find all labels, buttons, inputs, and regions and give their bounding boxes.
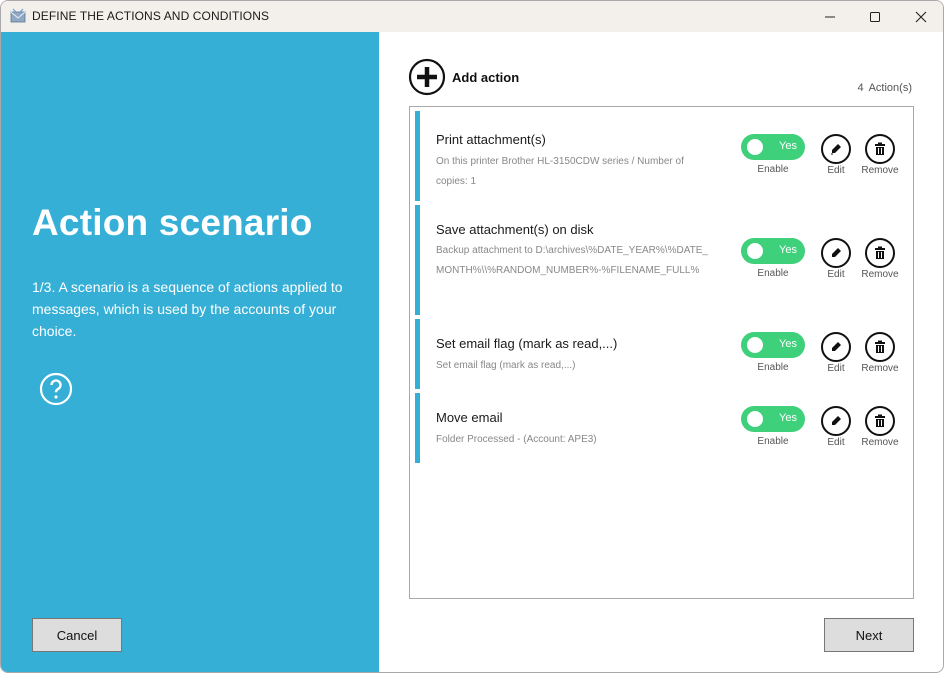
app-envelope-icon [10,8,26,23]
enable-toggle[interactable]: Yes [741,238,805,264]
pencil-icon [832,342,841,351]
pencil-icon [831,144,841,155]
action-count-label: Action(s) [868,82,912,94]
maximize-icon [870,11,880,22]
enable-label: Enable [757,164,789,175]
window-title: DEFINE THE ACTIONS AND CONDITIONS [32,9,270,23]
plus-circle-icon [408,58,446,96]
action-name: Save attachment(s) on disk [436,222,594,237]
edit-button[interactable] [821,238,851,268]
next-button[interactable]: Next [824,618,914,652]
trash-icon [875,142,885,155]
cancel-button[interactable]: Cancel [32,618,122,652]
remove-button[interactable] [865,406,895,436]
dialog-window: DEFINE THE ACTIONS AND CONDITIONS Action… [0,0,944,673]
remove-label: Remove [861,269,899,280]
add-action-button[interactable]: Add action [408,58,519,96]
action-detail: Set email flag (mark as read,...) [436,360,576,371]
list-item[interactable]: Move email Folder Processed - (Account: … [415,393,910,463]
edit-label: Edit [827,269,845,280]
scenario-description: 1/3. A scenario is a sequence of actions… [32,279,343,339]
enable-toggle[interactable]: Yes [741,332,805,358]
action-name: Move email [436,410,503,425]
remove-label: Remove [861,363,899,374]
action-name: Set email flag (mark as read,...) [436,336,618,351]
pencil-icon [832,416,841,425]
action-count: 4 Action(s) [857,82,912,94]
remove-button[interactable] [865,238,895,268]
enable-label: Enable [757,436,789,447]
edit-label: Edit [827,437,845,448]
title-bar: DEFINE THE ACTIONS AND CONDITIONS [1,1,943,32]
minimize-button[interactable] [807,1,853,32]
enable-label: Enable [757,268,789,279]
trash-icon [875,340,885,353]
list-item[interactable]: Save attachment(s) on disk Backup attach… [415,205,910,315]
action-detail: On this printer Brother HL-3150CDW serie… [436,156,684,187]
action-name: Print attachment(s) [436,132,546,147]
list-item[interactable]: Set email flag (mark as read,...) Set em… [415,319,910,389]
edit-button[interactable] [821,406,851,436]
enable-toggle[interactable]: Yes [741,134,805,160]
remove-label: Remove [861,437,899,448]
remove-label: Remove [861,165,899,176]
edit-label: Edit [827,363,845,374]
remove-button[interactable] [865,134,895,164]
actions-list: Print attachment(s) On this printer Brot… [409,106,914,599]
trash-icon [875,414,885,427]
question-circle-icon[interactable] [39,372,73,406]
enable-toggle[interactable]: Yes [741,406,805,432]
list-item[interactable]: Print attachment(s) On this printer Brot… [415,111,910,201]
action-detail: Folder Processed - (Account: APE3) [436,434,597,445]
close-button[interactable] [898,1,943,32]
add-action-label: Add action [452,69,520,85]
action-count-value: 4 [857,82,864,94]
enable-label: Enable [757,362,789,373]
minimize-icon [825,16,835,17]
action-detail: Backup attachment to D:\archives\%DATE_Y… [436,245,708,276]
edit-button[interactable] [821,332,851,362]
maximize-button[interactable] [852,1,898,32]
pencil-icon [832,248,841,257]
remove-button[interactable] [865,332,895,362]
scenario-heading: Action scenario [32,202,313,243]
edit-label: Edit [827,165,845,176]
close-icon [915,11,927,22]
trash-icon [875,246,885,259]
edit-button[interactable] [821,134,851,164]
left-info-panel: Action scenario 1/3. A scenario is a seq… [1,32,379,672]
